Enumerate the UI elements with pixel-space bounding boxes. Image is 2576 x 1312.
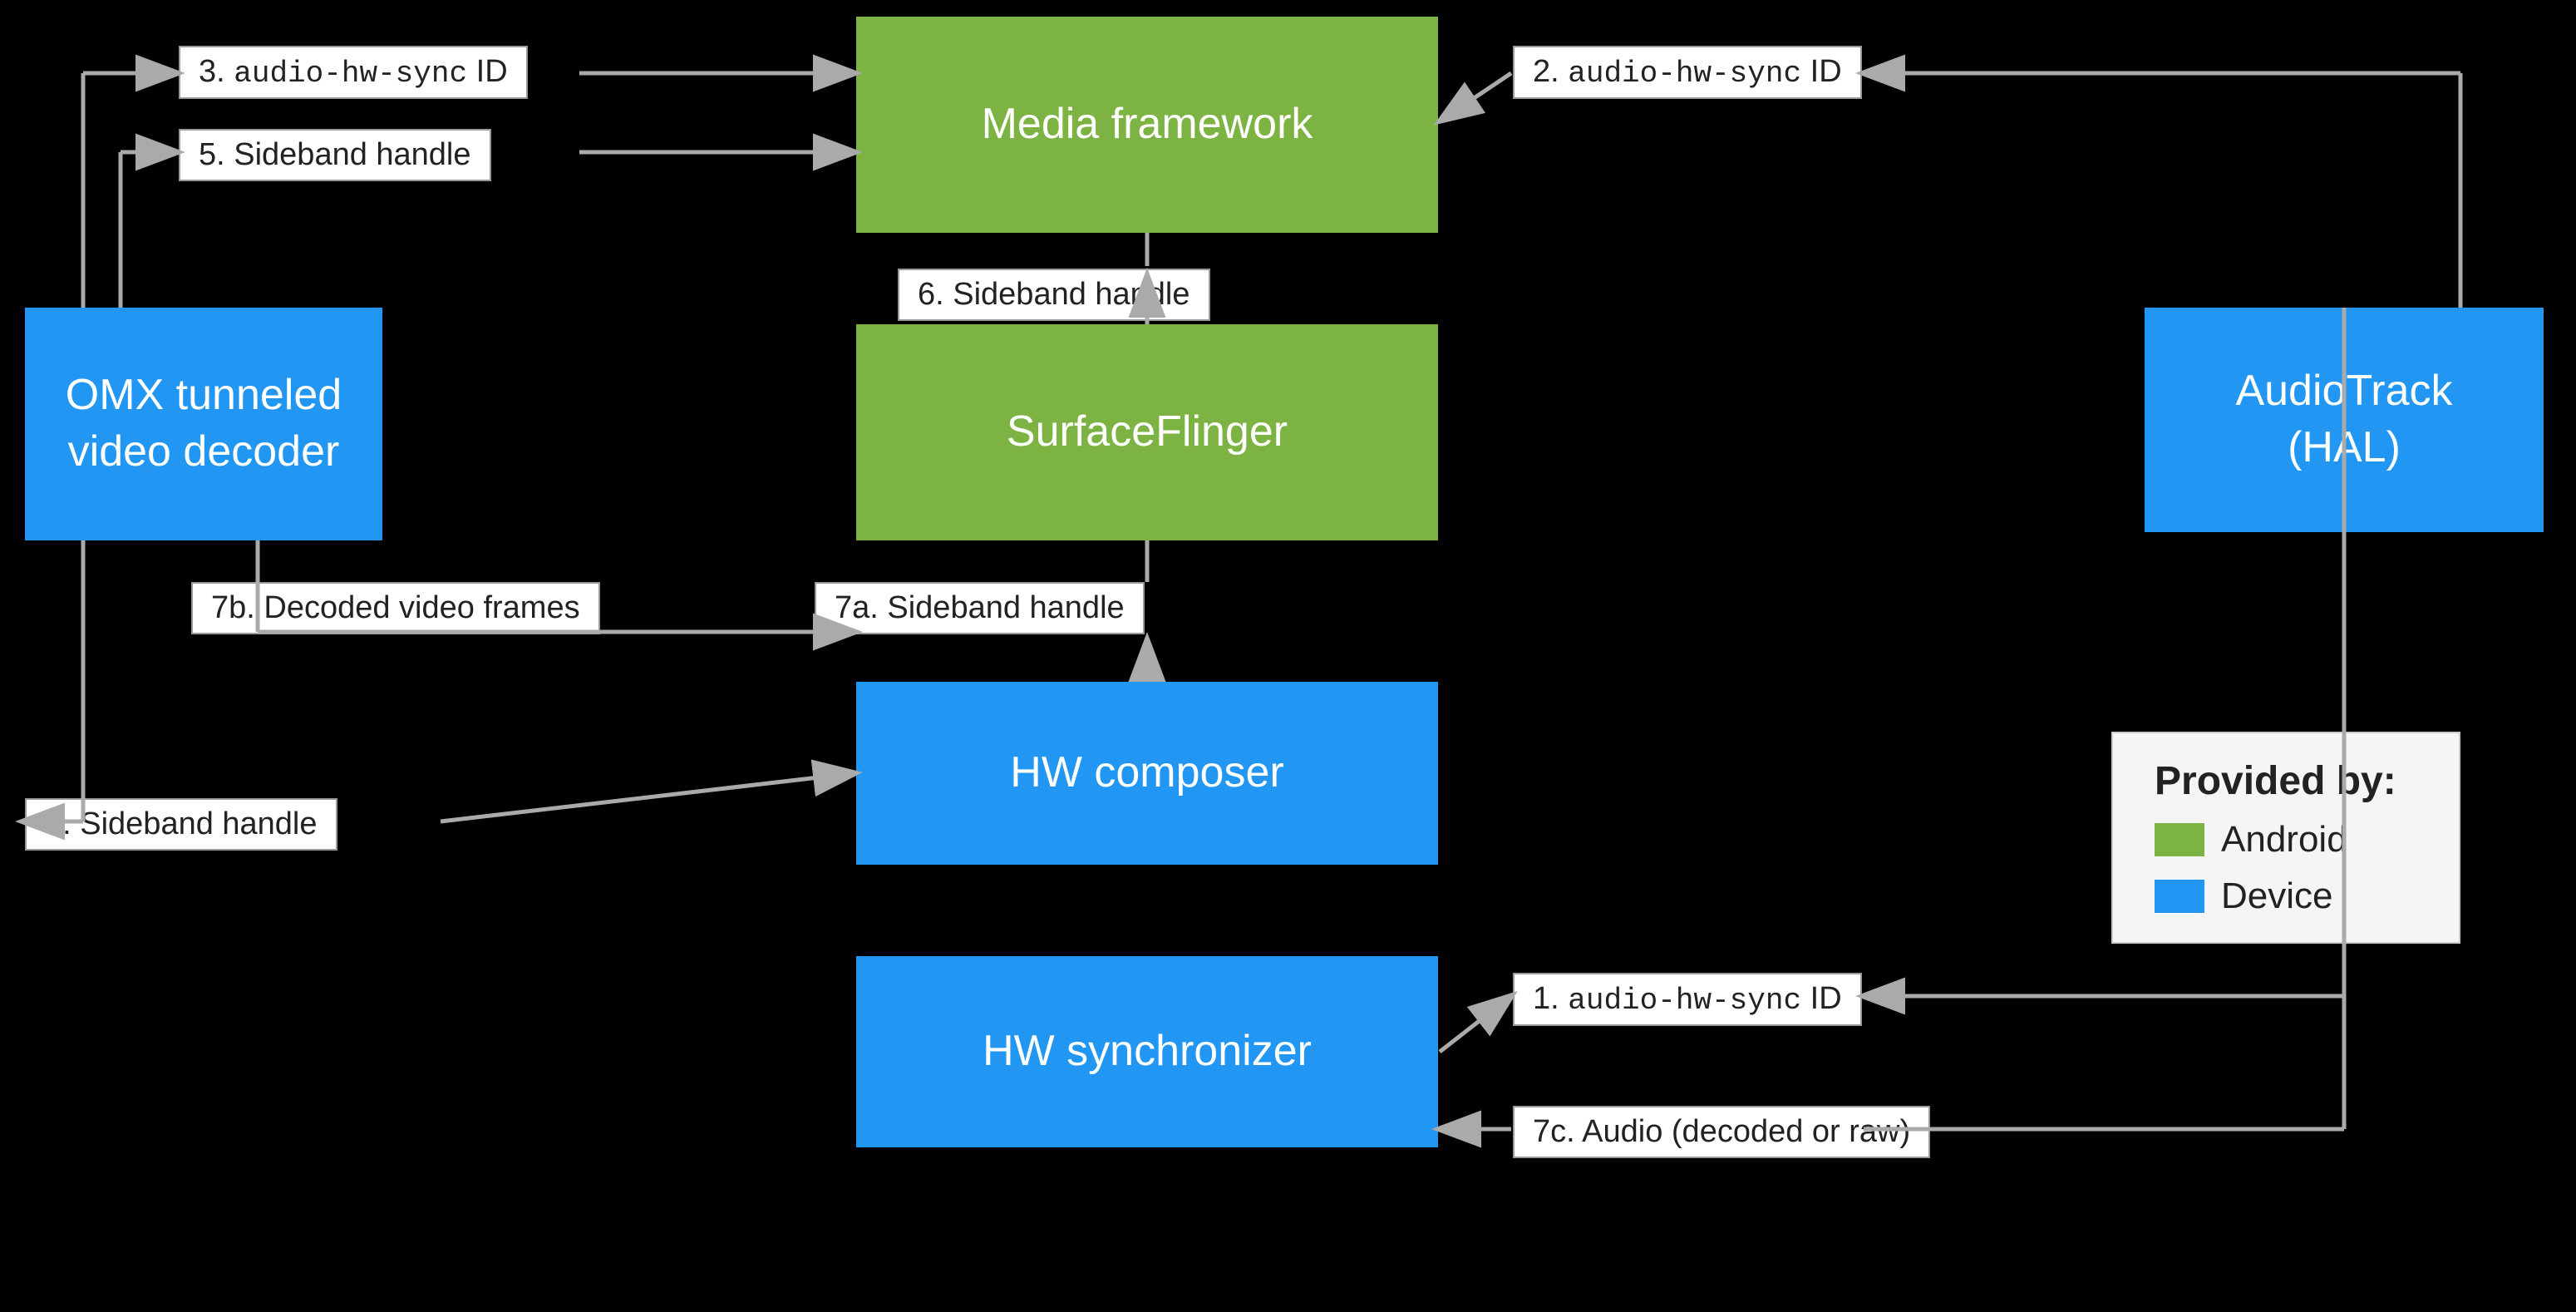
device-color-swatch — [2155, 880, 2204, 913]
label-7b-decoded: 7b. Decoded video frames — [191, 582, 600, 634]
legend-item-device: Device — [2155, 875, 2417, 917]
media-framework-block: Media framework — [856, 17, 1438, 233]
audio-track-label: AudioTrack(HAL) — [2235, 363, 2452, 476]
label-7a-sideband: 7a. Sideband handle — [815, 582, 1145, 634]
surface-flinger-block: SurfaceFlinger — [856, 324, 1438, 540]
label-2-audio-hw-sync: 2. audio-hw-sync ID — [1513, 46, 1862, 99]
android-color-swatch — [2155, 823, 2204, 856]
label-1-audio-hw-sync: 1. audio-hw-sync ID — [1513, 973, 1862, 1026]
hw-composer-label: HW composer — [1010, 745, 1283, 802]
legend-box: Provided by: Android Device — [2111, 732, 2460, 944]
audio-track-block: AudioTrack(HAL) — [2145, 308, 2544, 532]
media-framework-label: Media framework — [982, 96, 1313, 153]
omx-block: OMX tunneledvideo decoder — [25, 308, 382, 540]
label-6-sideband: 6. Sideband handle — [898, 269, 1210, 321]
hw-composer-block: HW composer — [856, 682, 1438, 865]
hw-sync-block: HW synchronizer — [856, 956, 1438, 1147]
label-5-sideband: 5. Sideband handle — [179, 129, 491, 181]
legend-item-android: Android — [2155, 819, 2417, 861]
surface-flinger-label: SurfaceFlinger — [1007, 404, 1288, 461]
omx-label: OMX tunneledvideo decoder — [66, 367, 342, 480]
label-3-audio-hw-sync: 3. audio-hw-sync ID — [179, 46, 528, 99]
legend-title: Provided by: — [2155, 758, 2417, 804]
label-4-sideband: 4. Sideband handle — [25, 798, 337, 851]
label-7c-audio: 7c. Audio (decoded or raw) — [1513, 1106, 1930, 1158]
legend-device-label: Device — [2221, 875, 2333, 917]
hw-sync-label: HW synchronizer — [983, 1023, 1312, 1080]
legend-android-label: Android — [2221, 819, 2347, 861]
